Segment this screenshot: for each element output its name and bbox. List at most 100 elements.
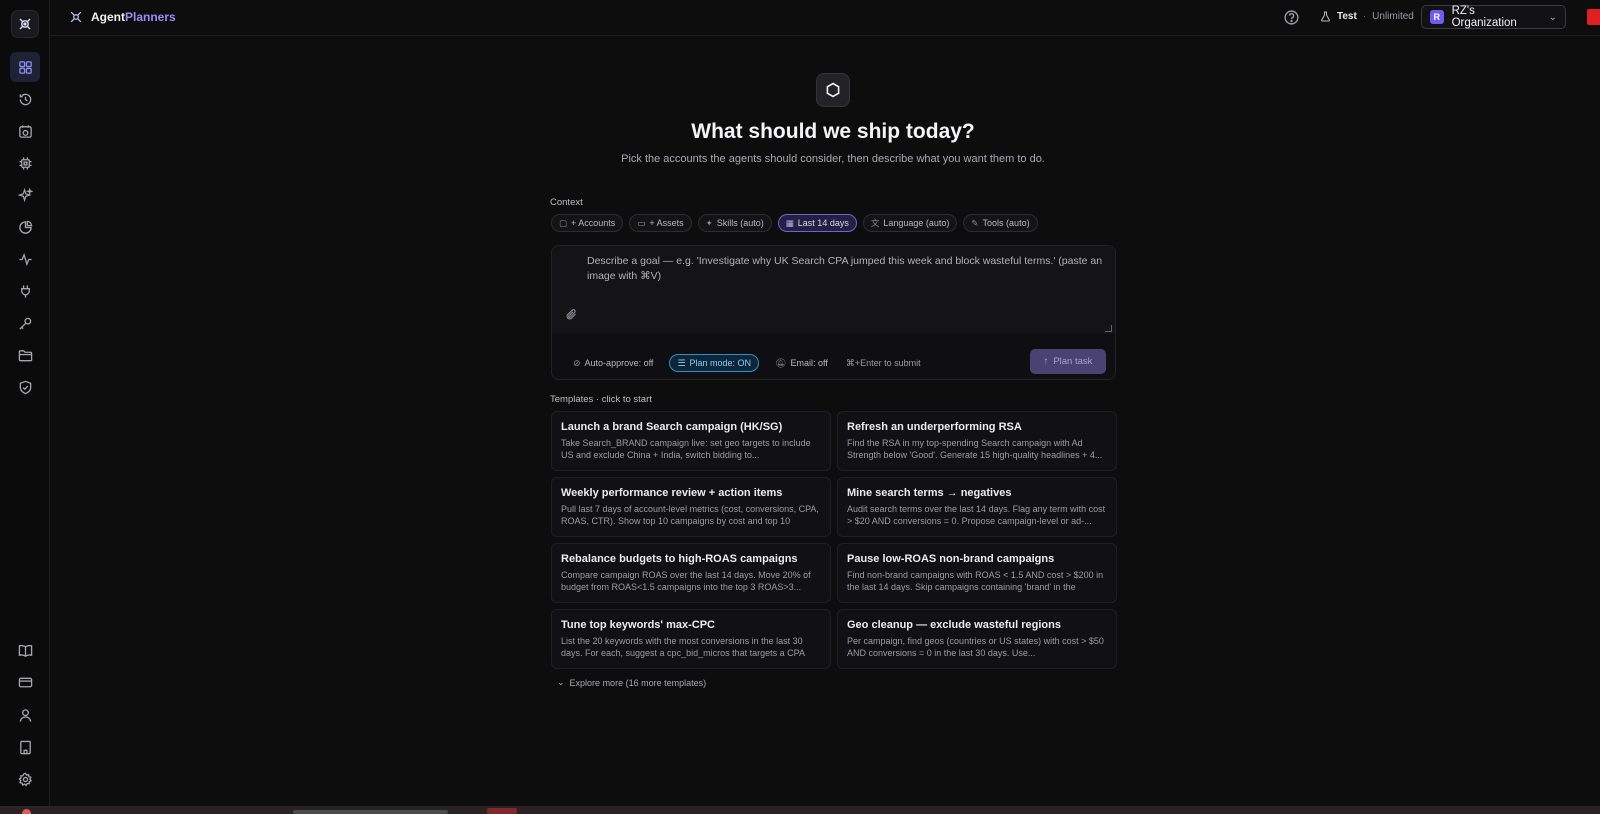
chip-label: + Assets: [649, 218, 684, 228]
building-icon: [19, 740, 31, 754]
os-taskbar: [0, 806, 1600, 814]
logo-icon: [19, 18, 31, 30]
sidebar-item-organization[interactable]: [13, 735, 37, 759]
folder-icon: ▭: [637, 217, 646, 228]
wrench-icon: ✎: [971, 217, 979, 228]
book-icon: [18, 644, 32, 657]
email-label: Email: off: [790, 358, 828, 368]
auto-approve-toggle[interactable]: ⊘ Auto-approve: off: [566, 354, 660, 372]
sidebar-item-skills[interactable]: [13, 183, 37, 207]
bell-off-icon: 🔕︎: [775, 357, 787, 368]
context-chips: ▢ + Accounts ▭ + Assets ✦ Skills (auto) ▦ La…: [551, 214, 1038, 232]
goal-input-placeholder: Describe a goal — e.g. 'Investigate why …: [587, 255, 1103, 282]
template-description: Find non-brand campaigns with ROAS < 1.5…: [847, 570, 1104, 592]
sparkles-icon: [17, 187, 33, 202]
sidebar-item-activity[interactable]: [13, 247, 37, 271]
templates-grid: Launch a brand Search campaign (HK/SG) Ta…: [551, 411, 1117, 669]
template-title: Geo cleanup — exclude wasteful regions: [847, 619, 1061, 631]
template-title: Weekly performance review + action items: [561, 487, 783, 499]
chevron-down-icon: ⌄: [1548, 11, 1557, 23]
task-composer: Describe a goal — e.g. 'Investigate why …: [551, 245, 1116, 380]
template-description: Compare campaign ROAS over the last 14 d…: [561, 570, 811, 592]
sidebar-item-integrations[interactable]: [13, 279, 37, 303]
shield-icon: [19, 380, 31, 394]
template-description: Take Search_BRAND campaign live: set geo…: [561, 438, 811, 460]
history-icon: [19, 93, 31, 105]
gear-icon: [17, 772, 32, 786]
taskbar-item[interactable]: [293, 810, 448, 814]
resize-handle[interactable]: [1105, 325, 1112, 332]
context-chip-tools[interactable]: ✎ Tools (auto): [963, 214, 1038, 232]
template-card[interactable]: Rebalance budgets to high-ROAS campaigns…: [551, 543, 831, 603]
template-card[interactable]: Launch a brand Search campaign (HK/SG) Ta…: [551, 411, 831, 471]
template-description: Audit search terms over the last 14 days…: [847, 504, 1106, 526]
context-chip-accounts[interactable]: ▢ + Accounts: [551, 214, 624, 232]
organization-switcher[interactable]: R RZ's Organization ⌄: [1421, 5, 1566, 29]
sidebar-item-keys[interactable]: [13, 311, 37, 335]
sidebar-item-profile[interactable]: [13, 703, 37, 727]
chip-label: Tools (auto): [982, 218, 1030, 228]
sidebar-item-insights[interactable]: [13, 215, 37, 239]
explore-more-link[interactable]: ⌄ Explore more (16 more templates): [557, 677, 706, 688]
key-icon: [18, 317, 31, 330]
brand-logo-icon: [70, 11, 82, 23]
page-subtitle: Pick the accounts the agents should cons…: [621, 153, 1045, 165]
template-card[interactable]: Pause low-ROAS non-brand campaigns Find n…: [837, 543, 1117, 603]
paperclip-icon[interactable]: [565, 308, 578, 321]
hexagon-icon: [816, 73, 850, 107]
submit-hint: ⌘+Enter to submit: [845, 357, 921, 368]
context-chip-assets[interactable]: ▭ + Assets: [629, 214, 692, 232]
template-description: Pull last 7 days of account-level metric…: [561, 504, 819, 526]
plan-task-button[interactable]: ↑ Plan task: [1030, 349, 1106, 374]
template-card[interactable]: Geo cleanup — exclude wasteful regions Pe…: [837, 609, 1117, 669]
auto-approve-label: Auto-approve: off: [584, 358, 654, 368]
notification-badge[interactable]: [1587, 9, 1600, 25]
flask-icon: [1321, 11, 1330, 22]
goal-input[interactable]: Describe a goal — e.g. 'Investigate why …: [552, 246, 1115, 334]
organization-avatar: R: [1430, 10, 1444, 24]
environment-indicator[interactable]: Test · Unlimited: [1320, 11, 1414, 22]
template-title: Mine search terms → negatives: [847, 487, 1012, 499]
template-card[interactable]: Tune top keywords' max-CPC List the 20 ke…: [551, 609, 831, 669]
card-icon: [18, 677, 32, 687]
app-logo[interactable]: [11, 10, 39, 38]
chip-label: Language (auto): [883, 218, 950, 228]
help-icon[interactable]: [1283, 9, 1300, 26]
sidebar-item-dashboard[interactable]: [10, 52, 40, 82]
template-title: Refresh an underperforming RSA: [847, 421, 1022, 433]
environment-name: Test: [1337, 11, 1357, 22]
brand-name: AgentPlanners: [91, 10, 176, 24]
context-chip-language[interactable]: 文 Language (auto): [862, 214, 958, 232]
sidebar-item-assets[interactable]: [13, 343, 37, 367]
template-card[interactable]: Refresh an underperforming RSA Find the R…: [837, 411, 1117, 471]
template-description: Per campaign, find geos (countries or US…: [847, 636, 1104, 658]
environment-separator: ·: [1362, 11, 1367, 22]
top-bar: AgentPlanners Test · Unlimited R RZ's Or…: [50, 0, 1600, 36]
chip-label: + Accounts: [571, 218, 616, 228]
sidebar-item-docs[interactable]: [13, 638, 37, 662]
email-toggle[interactable]: 🔕︎ Email: off: [768, 354, 835, 372]
context-chip-skills[interactable]: ✦ Skills (auto): [697, 214, 772, 232]
sidebar-item-billing[interactable]: [13, 670, 37, 694]
template-title: Tune top keywords' max-CPC: [561, 619, 715, 631]
brand-name-part1: Agent: [91, 10, 125, 24]
template-card[interactable]: Mine search terms → negatives Audit searc…: [837, 477, 1117, 537]
calendar-icon: ▦: [785, 217, 794, 228]
plan-tier: Unlimited: [1372, 11, 1414, 22]
brand[interactable]: AgentPlanners: [69, 10, 176, 24]
template-description: Find the RSA in my top-spending Search c…: [847, 438, 1103, 460]
plan-mode-toggle[interactable]: ☰ Plan mode: ON: [669, 354, 760, 372]
template-title: Launch a brand Search campaign (HK/SG): [561, 421, 783, 433]
sidebar-item-settings[interactable]: [13, 767, 37, 791]
plan-task-label: Plan task: [1053, 356, 1093, 367]
template-card[interactable]: Weekly performance review + action items…: [551, 477, 831, 537]
sidebar-item-history[interactable]: [13, 87, 37, 111]
sidebar-item-security[interactable]: [13, 375, 37, 399]
taskbar-app-icon[interactable]: [22, 809, 31, 814]
taskbar-item[interactable]: [487, 808, 517, 814]
chip-label: Skills (auto): [716, 218, 764, 228]
context-chip-date-range[interactable]: ▦ Last 14 days: [777, 214, 857, 232]
template-title: Pause low-ROAS non-brand campaigns: [847, 553, 1055, 565]
folder-icon: [18, 349, 32, 361]
context-label: Context: [550, 197, 583, 208]
